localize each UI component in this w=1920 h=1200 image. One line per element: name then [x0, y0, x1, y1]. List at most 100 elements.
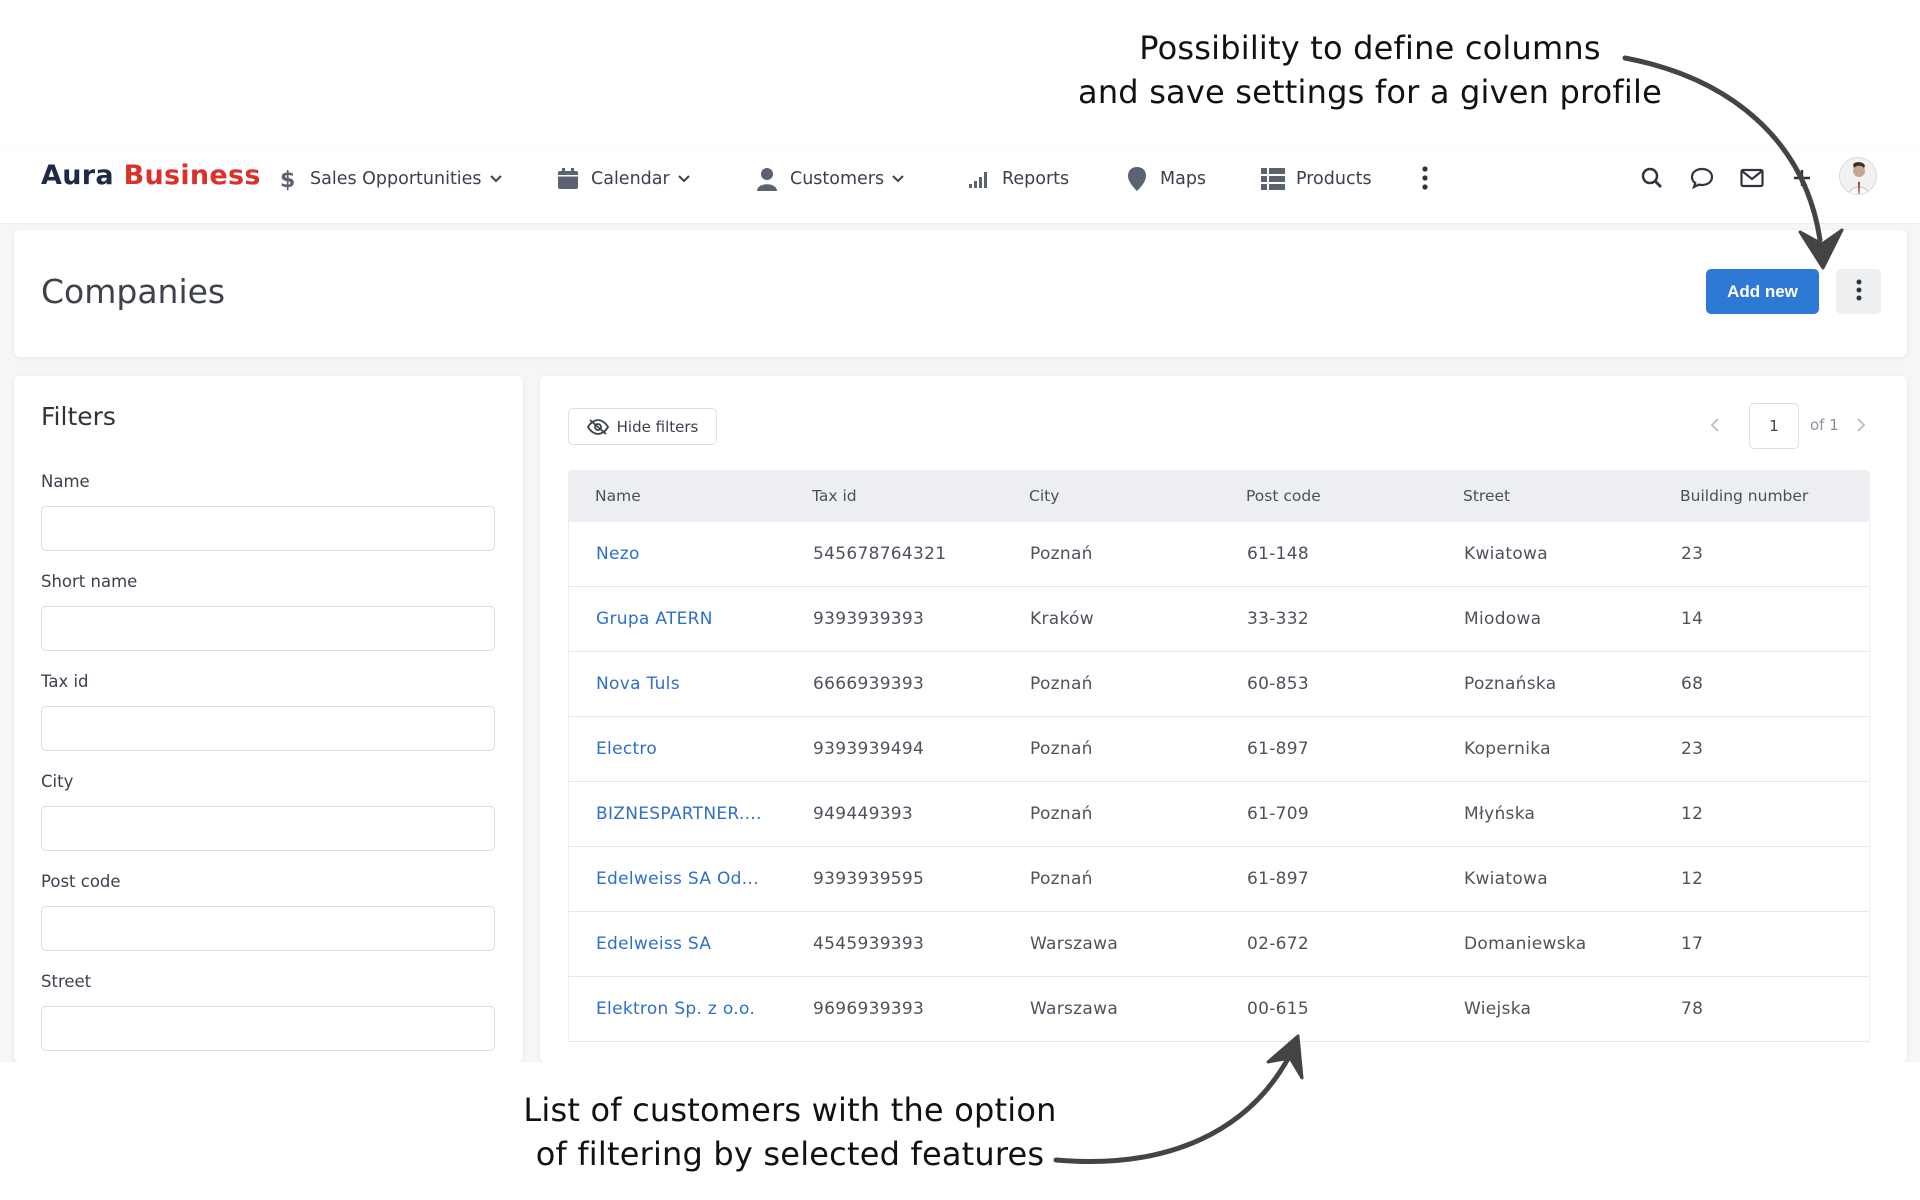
svg-text:$: $	[280, 168, 295, 191]
table-row[interactable]: Nezo 545678764321 Poznań 61-148 Kwiatowa 23	[568, 522, 1870, 587]
app-logo[interactable]: Aura Business	[41, 160, 261, 191]
column-header-post-code[interactable]: Post code	[1246, 487, 1321, 505]
cell-tax-id: 9696939393	[813, 999, 925, 1019]
column-header-city[interactable]: City	[1029, 487, 1059, 505]
cell-street: Domaniewska	[1464, 934, 1587, 954]
page-title: Companies	[41, 272, 226, 311]
company-name-link[interactable]: Grupa ATERN	[596, 609, 713, 629]
annotation-bottom-line1: List of customers with the option	[523, 1091, 1057, 1129]
cell-building-number: 12	[1681, 804, 1704, 824]
filter-name-input[interactable]	[41, 506, 495, 551]
cell-post-code: 00-615	[1247, 999, 1310, 1019]
nav-customers[interactable]: Customers	[754, 165, 904, 193]
nav-reports[interactable]: Reports	[966, 165, 1069, 193]
company-name-link[interactable]: Electro	[596, 739, 657, 759]
column-header-tax-id[interactable]: Tax id	[812, 487, 857, 505]
pager-page-input[interactable]: 1	[1749, 403, 1799, 449]
company-name-link[interactable]: BIZNESPARTNER....	[596, 804, 762, 824]
nav-maps[interactable]: Maps	[1124, 165, 1206, 193]
logo-text-aura: Aura	[41, 160, 114, 191]
cell-street: Młyńska	[1464, 804, 1536, 824]
nav-label: Sales Opportunities	[310, 169, 482, 189]
companies-table-panel: Hide filters 1 of 1 Name Tax id City Pos…	[540, 376, 1907, 1062]
table-row[interactable]: Edelweiss SA 4545939393 Warszawa 02-672 Doma…	[568, 912, 1870, 977]
filter-label-street: Street	[41, 972, 92, 991]
filter-post-code-input[interactable]	[41, 906, 495, 951]
filter-label-city: City	[41, 772, 74, 791]
filter-label-short-name: Short name	[41, 572, 138, 591]
cell-tax-id: 4545939393	[813, 934, 925, 954]
cell-street: Poznańska	[1464, 674, 1557, 694]
cell-post-code: 61-897	[1247, 869, 1310, 889]
screenshot-canvas: Possibility to define columns and save s…	[0, 0, 1920, 1200]
cell-tax-id: 6666939393	[813, 674, 925, 694]
filters-panel: Filters Name Short name Tax id City Post…	[14, 376, 523, 1062]
page-options-button[interactable]	[1836, 269, 1881, 314]
column-header-building-number[interactable]: Building number	[1680, 487, 1808, 505]
cell-street: Kwiatowa	[1464, 544, 1548, 564]
nav-label: Maps	[1160, 169, 1207, 189]
cell-tax-id: 949449393	[813, 804, 914, 824]
cell-building-number: 12	[1681, 869, 1704, 889]
company-name-link[interactable]: Edelweiss SA	[596, 934, 711, 954]
nav-sales-opportunities[interactable]: $ Sales Opportunities	[274, 165, 502, 193]
filter-city-input[interactable]	[41, 806, 495, 851]
cell-post-code: 33-332	[1247, 609, 1310, 629]
cell-post-code: 61-709	[1247, 804, 1310, 824]
company-name-link[interactable]: Edelweiss SA Od...	[596, 869, 759, 889]
cell-city: Poznań	[1030, 869, 1093, 889]
pager-next-chevron-icon[interactable]	[1856, 416, 1866, 437]
cell-tax-id: 9393939494	[813, 739, 925, 759]
chat-icon[interactable]	[1687, 163, 1717, 193]
cell-building-number: 23	[1681, 739, 1704, 759]
table-row[interactable]: Electro 9393939494 Poznań 61-897 Kopernika 23	[568, 717, 1870, 782]
more-nav-kebab-icon[interactable]	[1410, 163, 1440, 193]
person-icon	[754, 166, 780, 192]
cell-street: Kopernika	[1464, 739, 1551, 759]
cell-post-code: 61-897	[1247, 739, 1310, 759]
chevron-down-icon	[677, 175, 690, 183]
pager-prev-chevron-icon[interactable]	[1710, 416, 1720, 437]
cell-building-number: 68	[1681, 674, 1704, 694]
table-header-row: Name Tax id City Post code Street Buildi…	[568, 470, 1870, 522]
table-row[interactable]: Nova Tuls 6666939393 Poznań 60-853 Poznańska…	[568, 652, 1870, 717]
table-row[interactable]: Elektron Sp. z o.o. 9696939393 Warszawa 00-…	[568, 977, 1870, 1042]
table-row[interactable]: BIZNESPARTNER.... 949449393 Poznań 61-709 Mł…	[568, 782, 1870, 847]
nav-label: Reports	[1002, 169, 1070, 189]
companies-table: Name Tax id City Post code Street Buildi…	[568, 470, 1870, 1042]
cell-tax-id: 9393939393	[813, 609, 925, 629]
filter-label-post-code: Post code	[41, 872, 121, 891]
pager-of-label: of 1	[1810, 416, 1839, 434]
cell-city: Poznań	[1030, 544, 1093, 564]
cell-street: Miodowa	[1464, 609, 1542, 629]
company-name-link[interactable]: Elektron Sp. z o.o.	[596, 999, 755, 1019]
calendar-icon	[555, 166, 581, 192]
column-header-street[interactable]: Street	[1463, 487, 1510, 505]
user-avatar[interactable]	[1839, 157, 1877, 195]
hide-filters-label: Hide filters	[616, 417, 699, 436]
filter-label-name: Name	[41, 472, 90, 491]
kebab-icon	[1856, 279, 1862, 305]
filter-street-input[interactable]	[41, 1006, 495, 1051]
nav-calendar[interactable]: Calendar	[555, 165, 690, 193]
plus-icon[interactable]	[1787, 163, 1817, 193]
filter-short-name-input[interactable]	[41, 606, 495, 651]
cell-building-number: 17	[1681, 934, 1704, 954]
company-name-link[interactable]: Nezo	[596, 544, 640, 564]
table-row[interactable]: Edelweiss SA Od... 9393939595 Poznań 61-897…	[568, 847, 1870, 912]
cell-post-code: 61-148	[1247, 544, 1310, 564]
nav-products[interactable]: Products	[1260, 165, 1372, 193]
mail-icon[interactable]	[1737, 163, 1767, 193]
cell-building-number: 23	[1681, 544, 1704, 564]
company-name-link[interactable]: Nova Tuls	[596, 674, 680, 694]
filter-tax-id-input[interactable]	[41, 706, 495, 751]
hide-filters-button[interactable]: Hide filters	[568, 408, 717, 445]
nav-label: Customers	[790, 169, 885, 189]
table-row[interactable]: Grupa ATERN 9393939393 Kraków 33-332 Miodowa…	[568, 587, 1870, 652]
cell-city: Poznań	[1030, 739, 1093, 759]
search-icon[interactable]	[1637, 163, 1667, 193]
filters-title: Filters	[41, 402, 116, 431]
column-header-name[interactable]: Name	[595, 487, 641, 505]
add-new-button[interactable]: Add new	[1706, 269, 1819, 314]
filter-label-tax-id: Tax id	[41, 672, 89, 691]
